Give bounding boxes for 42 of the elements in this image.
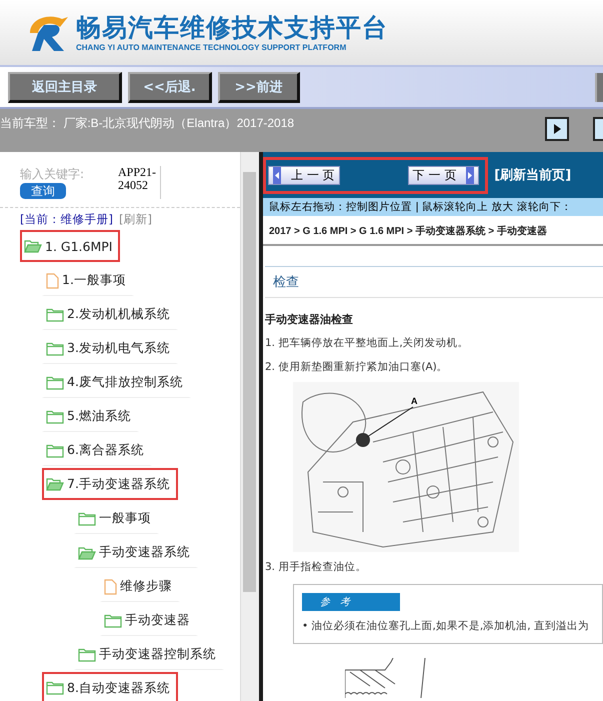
keyword-label: 输入关键字:	[20, 166, 86, 183]
tree-item[interactable]: 8.自动变速器系统	[42, 672, 178, 701]
search-button[interactable]: 查询	[20, 183, 66, 199]
breadcrumb: 2017 > G 1.6 MPI > G 1.6 MPI > 手动变速器系统 > 手动变速器	[263, 218, 603, 246]
platform-subtitle: CHANG YI AUTO MAINTENANCE TECHNOLOGY SUPPORT PLATFORM	[76, 43, 348, 52]
note-title: 参 考	[302, 593, 400, 611]
step-text: 2. 使用新垫圈重新拧紧加油口塞(A)。	[265, 360, 449, 374]
toolbar-button[interactable]: >>前进	[218, 72, 300, 102]
vehicle-model-text: 当前车型： 厂家:B-北京现代朗动（Elantra）2017-2018	[0, 115, 294, 132]
transmission-drawing: A	[293, 382, 519, 552]
refresh-page-link[interactable]: [刷新当前页]	[494, 166, 572, 184]
tree-item[interactable]: 维修步骤	[100, 570, 180, 602]
hint-bar: 鼠标左右拖动：控制图片位置 | 鼠标滚轮向上 放大 滚轮向下：	[263, 198, 603, 218]
toolbar-button[interactable]: <<后退.	[128, 72, 212, 102]
tree-item[interactable]: 7.手动变速器系统	[42, 468, 178, 500]
step-text: 3. 用手指检查油位。	[265, 560, 368, 574]
manual-link[interactable]: [刷新]	[118, 212, 152, 226]
tree-item[interactable]: 5.燃油系统	[42, 400, 139, 432]
tree-item[interactable]: 2.发动机机械系统	[42, 298, 178, 330]
keyword-field[interactable]: APP21-24052	[118, 166, 161, 199]
doc-heading: 手动变速器油检查	[265, 312, 354, 327]
toolbar-button[interactable]: 返回主目录	[8, 72, 122, 102]
tree-item[interactable]: 6.离合器系统	[42, 434, 152, 466]
tree-item[interactable]: 3.发动机电气系统	[42, 332, 178, 364]
document-icon	[46, 272, 59, 288]
tree-item[interactable]: 手动变速器系统	[74, 536, 198, 568]
manual-link[interactable]: [当前：维修手册]	[20, 212, 113, 226]
tree-item[interactable]: 手动变速器控制系统	[74, 638, 224, 670]
tree-item[interactable]: 4.废气排放控制系统	[42, 366, 191, 398]
previous-page-button[interactable]: 上 一 页	[268, 166, 340, 184]
scrollbar[interactable]	[240, 152, 259, 701]
tree-item[interactable]: 一般事项	[74, 502, 159, 534]
document-icon	[104, 578, 117, 594]
next-page-button[interactable]: 下 一 页	[408, 166, 480, 184]
platform-title: 畅易汽车维修技术支持平台	[76, 13, 388, 43]
section-title: 检查	[265, 266, 603, 298]
arrow-left-icon	[273, 166, 281, 184]
tree-item[interactable]: 1. G1.6MPI	[20, 230, 120, 262]
tree-item[interactable]: 1.一般事项	[42, 264, 134, 296]
step-text: 1. 把车辆停放在平整地面上,关闭发动机。	[265, 336, 470, 350]
tree-item[interactable]: 手动变速器	[100, 604, 198, 636]
note-text: • 油位必须在油位塞孔上面,如果不是,添加机油, 直到溢出为	[302, 619, 590, 633]
